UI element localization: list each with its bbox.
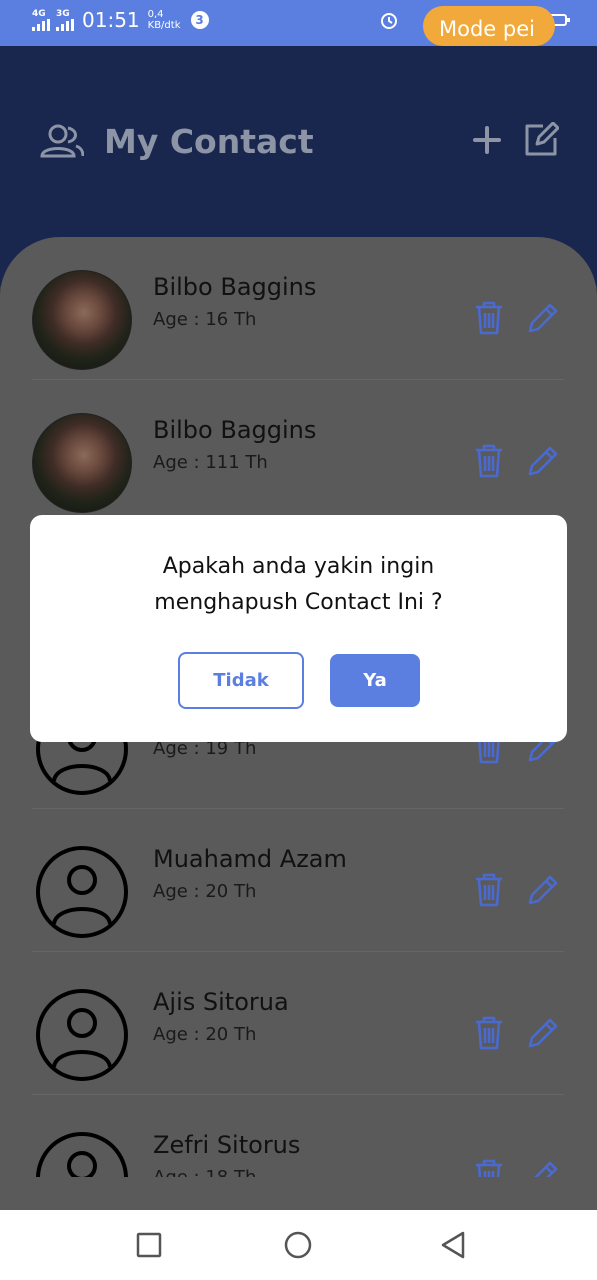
contact-row[interactable]: Bilbo Baggins Age : 111 Th [32,380,564,523]
contact-name: Bilbo Baggins [153,416,317,444]
row-actions [474,873,560,907]
pencil-icon[interactable] [526,444,560,478]
pencil-icon[interactable] [526,1159,560,1177]
avatar-placeholder-icon [36,989,128,1081]
dialog-message: Apakah anda yakin ingin menghapush Conta… [50,549,547,621]
row-actions [474,444,560,478]
dialog-message-line2: menghapush Contact Ini ? [154,590,443,615]
back-icon[interactable] [438,1230,468,1260]
contact-name: Muahamd Azam [153,845,347,873]
contact-row[interactable]: Muahamd Azam Age : 20 Th [32,809,564,952]
contact-age: Age : 16 Th [153,309,257,330]
network-4g: 4G [32,9,50,31]
trash-icon[interactable] [474,873,504,907]
status-bar: 4G 3G 01:51 0,4 KB/dtk 3 Mode pei [0,0,597,46]
confirm-delete-dialog: Apakah anda yakin ingin menghapush Conta… [30,515,567,742]
network-3g: 3G [56,9,74,31]
page-title: My Contact [104,122,314,161]
contact-age: Age : 20 Th [153,1024,257,1045]
status-time: 01:51 [82,8,140,32]
system-nav-bar [0,1210,597,1280]
row-actions [474,1159,560,1177]
trash-icon[interactable] [474,301,504,335]
contact-row[interactable]: Ajis Sitorua Age : 20 Th [32,952,564,1095]
contact-row[interactable]: Bilbo Baggins Age : 16 Th [32,237,564,380]
trash-icon[interactable] [474,1159,504,1177]
plus-icon[interactable] [473,126,501,154]
avatar [32,270,132,370]
row-actions [474,301,560,335]
row-actions [474,1016,560,1050]
home-icon[interactable] [283,1230,313,1260]
speed-unit: KB/dtk [147,20,181,31]
edit-icon[interactable] [523,122,559,158]
pencil-icon[interactable] [526,1016,560,1050]
pencil-icon[interactable] [526,301,560,335]
contact-age: Age : 20 Th [153,881,257,902]
mode-pill[interactable]: Mode pei [423,6,555,46]
confirm-button[interactable]: Ya [330,654,420,707]
notification-count-badge: 3 [190,11,209,29]
avatar-placeholder-icon [36,1132,128,1177]
status-left: 4G 3G 01:51 0,4 KB/dtk 3 [32,8,209,32]
signal-bars-icon [56,19,74,31]
contact-name: Zefri Sitorus [153,1131,301,1159]
network-3g-label: 3G [56,9,70,19]
header-title-group: My Contact [38,122,314,161]
dialog-message-line1: Apakah anda yakin ingin [162,554,435,579]
contact-age: Age : 111 Th [153,452,268,473]
trash-icon[interactable] [474,1016,504,1050]
network-speed: 0,4 KB/dtk [148,9,181,31]
signal-bars-icon [32,19,50,31]
avatar-placeholder-icon [36,846,128,938]
contact-row[interactable]: Zefri Sitorus Age : 18 Th [32,1095,564,1177]
avatar [32,413,132,513]
header-actions [473,122,559,158]
contacts-icon [40,124,84,157]
contact-name: Ajis Sitorua [153,988,289,1016]
network-4g-label: 4G [32,9,46,19]
cancel-button[interactable]: Tidak [178,652,304,709]
contact-name: Bilbo Baggins [153,273,317,301]
alarm-icon [381,13,397,29]
speed-value: 0,4 [147,9,164,20]
contact-age: Age : 18 Th [153,1167,256,1177]
recent-apps-icon[interactable] [134,1230,164,1260]
pencil-icon[interactable] [526,873,560,907]
trash-icon[interactable] [474,444,504,478]
